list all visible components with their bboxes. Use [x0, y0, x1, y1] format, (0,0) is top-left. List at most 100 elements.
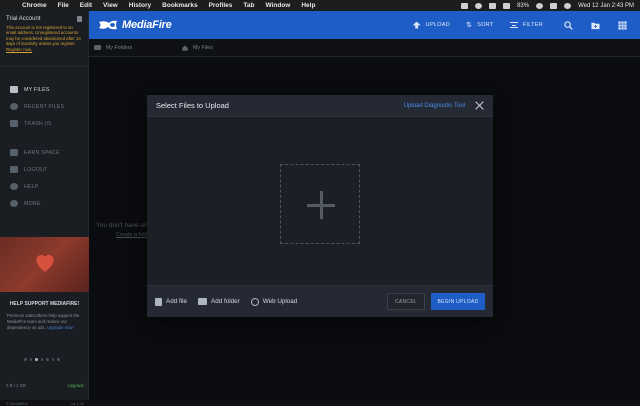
add-file-button[interactable]: Add file: [155, 297, 188, 306]
filter-button[interactable]: FILTER: [509, 22, 543, 28]
sidebar-item-label: EARN SPACE: [24, 149, 60, 156]
trial-title: Trial Account: [6, 16, 41, 22]
menubar-status: 83% Wed 12 Jan 2:43 PM: [461, 2, 634, 9]
menu-app-chrome[interactable]: Chrome: [22, 2, 47, 9]
trial-message-text: This account is not registered to an ema…: [6, 25, 81, 47]
breadcrumb-label: My Folders: [106, 44, 133, 51]
upload-diagnostic-link[interactable]: Upload Diagnostic Tool: [404, 103, 465, 109]
upload-icon: [412, 21, 421, 29]
breadcrumb: My Folders My Files: [89, 39, 640, 57]
add-folder-label: Add folder: [211, 298, 240, 305]
carousel-dot[interactable]: [29, 358, 32, 361]
search-icon: [563, 20, 573, 30]
mediafire-logo[interactable]: MediaFire: [97, 19, 172, 31]
folder-icon: [10, 86, 18, 93]
logo-text: MediaFire: [122, 19, 172, 31]
heart-icon: [36, 254, 54, 272]
trial-message: This account is not registered to an ema…: [6, 25, 82, 52]
battery-percent: 83%: [517, 2, 530, 9]
copyright: © MediaFire: [6, 401, 28, 406]
trial-account-notice: Trial Account This account is not regist…: [0, 11, 88, 67]
file-icon: [155, 297, 162, 306]
status-icon[interactable]: [475, 2, 483, 9]
logout-icon: [10, 166, 18, 173]
grid-view-button[interactable]: [613, 16, 631, 34]
register-link[interactable]: Register now.: [6, 47, 32, 52]
sidebar-item-label: HELP: [24, 183, 39, 190]
more-icon: [10, 200, 18, 207]
carousel-dot-active[interactable]: [35, 358, 38, 361]
menu-edit[interactable]: Edit: [80, 2, 92, 9]
upload-button[interactable]: UPLOAD: [412, 21, 450, 29]
sidebar-item-logout[interactable]: LOGOUT: [0, 161, 88, 178]
upload-dialog-header: Select Files to Upload Upload Diagnostic…: [147, 95, 493, 117]
grid-icon: [617, 20, 627, 30]
carousel-dot[interactable]: [24, 358, 27, 361]
menu-file[interactable]: File: [58, 2, 69, 9]
bluetooth-icon[interactable]: [489, 2, 497, 9]
promo-banner: [0, 237, 89, 292]
battery-icon[interactable]: [503, 2, 511, 9]
upgrade-link[interactable]: Upgrade now!: [47, 325, 74, 330]
sidebar: Trial Account This account is not regist…: [0, 11, 89, 406]
breadcrumb-label: My Files: [193, 44, 213, 51]
new-folder-icon: [590, 22, 600, 29]
breadcrumb-my-folders[interactable]: My Folders: [89, 45, 177, 51]
menu-view[interactable]: View: [103, 2, 118, 9]
menu-help[interactable]: Help: [301, 2, 315, 9]
search-button[interactable]: [559, 16, 577, 34]
carousel-dot[interactable]: [46, 358, 49, 361]
siri-icon[interactable]: [564, 2, 572, 9]
help-support-text: Premium subscribers help support the Med…: [7, 313, 85, 331]
sidebar-item-recent-files[interactable]: RECENT FILES: [0, 98, 88, 115]
sidebar-item-help[interactable]: HELP: [0, 178, 88, 195]
web-upload-label: Web Upload: [262, 298, 298, 305]
menu-history[interactable]: History: [129, 2, 151, 9]
upload-dialog-footer: Add file Add folder Web Upload CANCEL BE…: [147, 285, 493, 317]
new-folder-button[interactable]: [586, 16, 604, 34]
cancel-button[interactable]: CANCEL: [387, 293, 425, 310]
trash-icon: [10, 120, 18, 127]
sort-button[interactable]: ⇅ SORT: [466, 22, 494, 29]
menubar-clock[interactable]: Wed 12 Jan 2:43 PM: [578, 3, 634, 9]
add-file-label: Add file: [166, 298, 188, 305]
storage-usage: 0 B / 1 GB Upgrade: [6, 383, 84, 388]
mediafire-flame-icon: [99, 20, 117, 30]
sidebar-item-label: LOGOUT: [24, 166, 48, 173]
sidebar-item-my-files[interactable]: MY FILES: [0, 81, 88, 98]
menu-window[interactable]: Window: [265, 2, 290, 9]
breadcrumb-my-files[interactable]: My Files: [177, 45, 265, 51]
carousel-dot[interactable]: [40, 358, 43, 361]
file-drop-zone[interactable]: [280, 164, 360, 244]
sidebar-item-label: RECENT FILES: [24, 103, 65, 110]
begin-upload-button[interactable]: BEGIN UPLOAD: [431, 293, 485, 310]
web-upload-button[interactable]: Web Upload: [250, 297, 298, 306]
menu-tab[interactable]: Tab: [243, 2, 254, 9]
app-header: MediaFire UPLOAD ⇅ SORT FILTER: [89, 11, 640, 39]
upload-drop-area: [147, 117, 493, 285]
sidebar-item-label: MORE: [24, 200, 41, 207]
sidebar-item-earn-space[interactable]: EARN SPACE: [0, 144, 88, 161]
sidebar-item-trash[interactable]: TRASH (0): [0, 115, 88, 132]
close-icon[interactable]: [475, 101, 484, 110]
home-icon: [182, 45, 188, 51]
control-center-icon[interactable]: [550, 2, 558, 9]
upload-dialog: Select Files to Upload Upload Diagnostic…: [147, 95, 493, 317]
globe-icon: [250, 297, 259, 306]
help-icon: [10, 183, 18, 190]
status-icon[interactable]: [461, 2, 469, 9]
wifi-icon[interactable]: [536, 2, 544, 9]
gift-icon: [10, 149, 18, 156]
menu-bookmarks[interactable]: Bookmarks: [162, 2, 197, 9]
carousel-dot[interactable]: [51, 358, 54, 361]
menu-profiles[interactable]: Profiles: [209, 2, 233, 9]
sidebar-footer: © MediaFire v4.1.11: [6, 401, 84, 406]
sidebar-item-more[interactable]: MORE: [0, 195, 88, 212]
storage-upgrade-link[interactable]: Upgrade: [68, 383, 84, 388]
carousel-dots: [24, 358, 60, 361]
folder-icon: [94, 45, 101, 50]
add-folder-button[interactable]: Add folder: [198, 298, 240, 305]
pin-icon[interactable]: [77, 16, 82, 22]
clock-icon: [10, 103, 18, 110]
carousel-dot[interactable]: [57, 358, 60, 361]
